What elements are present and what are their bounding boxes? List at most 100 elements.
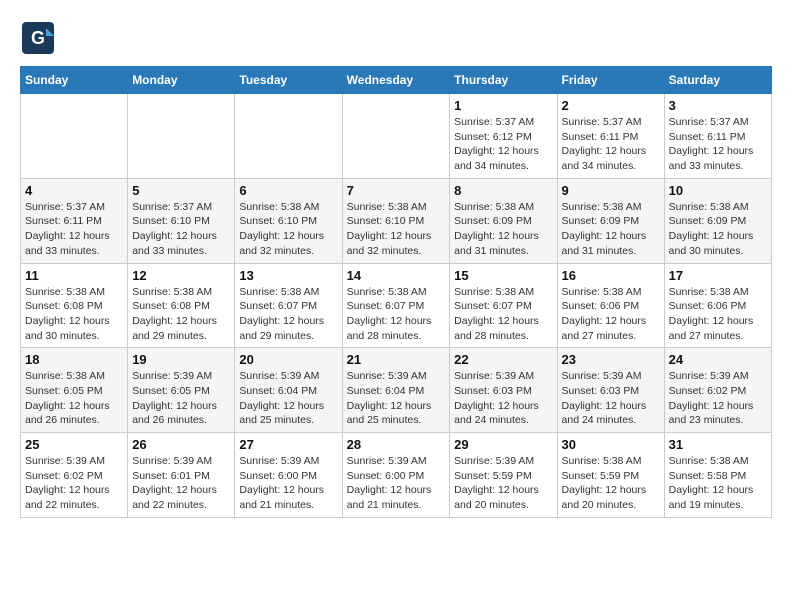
calendar-cell: 2 Sunrise: 5:37 AM Sunset: 6:11 PM Daylig… [557, 94, 664, 179]
calendar-cell: 8 Sunrise: 5:38 AM Sunset: 6:09 PM Daylig… [450, 178, 557, 263]
day-info: Sunrise: 5:38 AM Sunset: 6:07 PM Dayligh… [454, 285, 552, 344]
day-number: 2 [562, 98, 660, 113]
day-info: Sunrise: 5:39 AM Sunset: 6:03 PM Dayligh… [454, 369, 552, 428]
calendar-cell: 12 Sunrise: 5:38 AM Sunset: 6:08 PM Dayli… [128, 263, 235, 348]
day-info: Sunrise: 5:39 AM Sunset: 6:00 PM Dayligh… [239, 454, 337, 513]
calendar-cell: 22 Sunrise: 5:39 AM Sunset: 6:03 PM Dayli… [450, 348, 557, 433]
day-number: 28 [347, 437, 446, 452]
calendar-cell: 4 Sunrise: 5:37 AM Sunset: 6:11 PM Daylig… [21, 178, 128, 263]
calendar-cell: 1 Sunrise: 5:37 AM Sunset: 6:12 PM Daylig… [450, 94, 557, 179]
day-number: 24 [669, 352, 767, 367]
calendar-cell [128, 94, 235, 179]
calendar-cell: 23 Sunrise: 5:39 AM Sunset: 6:03 PM Dayli… [557, 348, 664, 433]
day-info: Sunrise: 5:38 AM Sunset: 5:59 PM Dayligh… [562, 454, 660, 513]
day-number: 9 [562, 183, 660, 198]
logo: G [20, 20, 60, 56]
calendar-cell: 7 Sunrise: 5:38 AM Sunset: 6:10 PM Daylig… [342, 178, 450, 263]
calendar-week-row: 1 Sunrise: 5:37 AM Sunset: 6:12 PM Daylig… [21, 94, 772, 179]
calendar-cell: 13 Sunrise: 5:38 AM Sunset: 6:07 PM Dayli… [235, 263, 342, 348]
calendar-week-row: 4 Sunrise: 5:37 AM Sunset: 6:11 PM Daylig… [21, 178, 772, 263]
day-header-monday: Monday [128, 67, 235, 94]
day-number: 4 [25, 183, 123, 198]
calendar-cell: 26Sunrise: 5:39 AM Sunset: 6:01 PM Dayli… [128, 433, 235, 518]
calendar-table: SundayMondayTuesdayWednesdayThursdayFrid… [20, 66, 772, 518]
day-info: Sunrise: 5:38 AM Sunset: 6:05 PM Dayligh… [25, 369, 123, 428]
day-number: 8 [454, 183, 552, 198]
svg-text:G: G [31, 28, 45, 48]
day-header-wednesday: Wednesday [342, 67, 450, 94]
calendar-cell: 25Sunrise: 5:39 AM Sunset: 6:02 PM Dayli… [21, 433, 128, 518]
day-info: Sunrise: 5:38 AM Sunset: 6:10 PM Dayligh… [239, 200, 337, 259]
day-number: 23 [562, 352, 660, 367]
calendar-cell: 16 Sunrise: 5:38 AM Sunset: 6:06 PM Dayli… [557, 263, 664, 348]
day-info: Sunrise: 5:38 AM Sunset: 6:07 PM Dayligh… [239, 285, 337, 344]
calendar-week-row: 18 Sunrise: 5:38 AM Sunset: 6:05 PM Dayli… [21, 348, 772, 433]
day-info: Sunrise: 5:39 AM Sunset: 6:00 PM Dayligh… [347, 454, 446, 513]
day-info: Sunrise: 5:39 AM Sunset: 6:02 PM Dayligh… [669, 369, 767, 428]
day-info: Sunrise: 5:38 AM Sunset: 6:10 PM Dayligh… [347, 200, 446, 259]
day-number: 15 [454, 268, 552, 283]
calendar-cell: 27 Sunrise: 5:39 AM Sunset: 6:00 PM Dayli… [235, 433, 342, 518]
calendar-cell [235, 94, 342, 179]
calendar-cell: 17 Sunrise: 5:38 AM Sunset: 6:06 PM Dayli… [664, 263, 771, 348]
calendar-cell: 14Sunrise: 5:38 AM Sunset: 6:07 PM Dayli… [342, 263, 450, 348]
day-info: Sunrise: 5:39 AM Sunset: 6:04 PM Dayligh… [239, 369, 337, 428]
day-number: 7 [347, 183, 446, 198]
day-number: 30 [562, 437, 660, 452]
day-info: Sunrise: 5:38 AM Sunset: 6:09 PM Dayligh… [562, 200, 660, 259]
day-number: 12 [132, 268, 230, 283]
day-number: 29 [454, 437, 552, 452]
day-info: Sunrise: 5:38 AM Sunset: 6:08 PM Dayligh… [132, 285, 230, 344]
calendar-cell: 24 Sunrise: 5:39 AM Sunset: 6:02 PM Dayli… [664, 348, 771, 433]
day-number: 17 [669, 268, 767, 283]
calendar-cell: 18 Sunrise: 5:38 AM Sunset: 6:05 PM Dayli… [21, 348, 128, 433]
day-number: 21 [347, 352, 446, 367]
calendar-week-row: 11 Sunrise: 5:38 AM Sunset: 6:08 PM Dayli… [21, 263, 772, 348]
calendar-cell: 30 Sunrise: 5:38 AM Sunset: 5:59 PM Dayli… [557, 433, 664, 518]
day-info: Sunrise: 5:39 AM Sunset: 6:01 PM Dayligh… [132, 454, 230, 513]
calendar-cell: 5 Sunrise: 5:37 AM Sunset: 6:10 PM Daylig… [128, 178, 235, 263]
day-header-thursday: Thursday [450, 67, 557, 94]
calendar-cell: 21 Sunrise: 5:39 AM Sunset: 6:04 PM Dayli… [342, 348, 450, 433]
day-number: 16 [562, 268, 660, 283]
day-number: 11 [25, 268, 123, 283]
calendar-cell: 10Sunrise: 5:38 AM Sunset: 6:09 PM Dayli… [664, 178, 771, 263]
day-info: Sunrise: 5:37 AM Sunset: 6:11 PM Dayligh… [669, 115, 767, 174]
day-number: 20 [239, 352, 337, 367]
day-info: Sunrise: 5:39 AM Sunset: 6:05 PM Dayligh… [132, 369, 230, 428]
day-number: 14 [347, 268, 446, 283]
calendar-cell: 6 Sunrise: 5:38 AM Sunset: 6:10 PM Daylig… [235, 178, 342, 263]
calendar-cell: 29Sunrise: 5:39 AM Sunset: 5:59 PM Dayli… [450, 433, 557, 518]
calendar-cell: 3Sunrise: 5:37 AM Sunset: 6:11 PM Daylig… [664, 94, 771, 179]
logo-icon: G [20, 20, 56, 56]
day-number: 18 [25, 352, 123, 367]
day-number: 1 [454, 98, 552, 113]
day-info: Sunrise: 5:39 AM Sunset: 6:03 PM Dayligh… [562, 369, 660, 428]
day-header-tuesday: Tuesday [235, 67, 342, 94]
day-info: Sunrise: 5:37 AM Sunset: 6:11 PM Dayligh… [562, 115, 660, 174]
day-info: Sunrise: 5:38 AM Sunset: 5:58 PM Dayligh… [669, 454, 767, 513]
calendar-cell: 11 Sunrise: 5:38 AM Sunset: 6:08 PM Dayli… [21, 263, 128, 348]
page-header: G [20, 20, 772, 56]
day-number: 19 [132, 352, 230, 367]
day-number: 22 [454, 352, 552, 367]
calendar-cell [21, 94, 128, 179]
day-number: 5 [132, 183, 230, 198]
calendar-cell: 31Sunrise: 5:38 AM Sunset: 5:58 PM Dayli… [664, 433, 771, 518]
day-info: Sunrise: 5:38 AM Sunset: 6:06 PM Dayligh… [669, 285, 767, 344]
day-info: Sunrise: 5:39 AM Sunset: 6:04 PM Dayligh… [347, 369, 446, 428]
day-number: 13 [239, 268, 337, 283]
day-number: 25 [25, 437, 123, 452]
calendar-week-row: 25Sunrise: 5:39 AM Sunset: 6:02 PM Dayli… [21, 433, 772, 518]
calendar-cell: 9 Sunrise: 5:38 AM Sunset: 6:09 PM Daylig… [557, 178, 664, 263]
day-info: Sunrise: 5:38 AM Sunset: 6:06 PM Dayligh… [562, 285, 660, 344]
day-number: 27 [239, 437, 337, 452]
day-info: Sunrise: 5:38 AM Sunset: 6:09 PM Dayligh… [454, 200, 552, 259]
day-info: Sunrise: 5:37 AM Sunset: 6:10 PM Dayligh… [132, 200, 230, 259]
day-info: Sunrise: 5:37 AM Sunset: 6:11 PM Dayligh… [25, 200, 123, 259]
day-number: 6 [239, 183, 337, 198]
day-info: Sunrise: 5:37 AM Sunset: 6:12 PM Dayligh… [454, 115, 552, 174]
day-info: Sunrise: 5:38 AM Sunset: 6:09 PM Dayligh… [669, 200, 767, 259]
day-info: Sunrise: 5:38 AM Sunset: 6:08 PM Dayligh… [25, 285, 123, 344]
calendar-cell: 15 Sunrise: 5:38 AM Sunset: 6:07 PM Dayli… [450, 263, 557, 348]
